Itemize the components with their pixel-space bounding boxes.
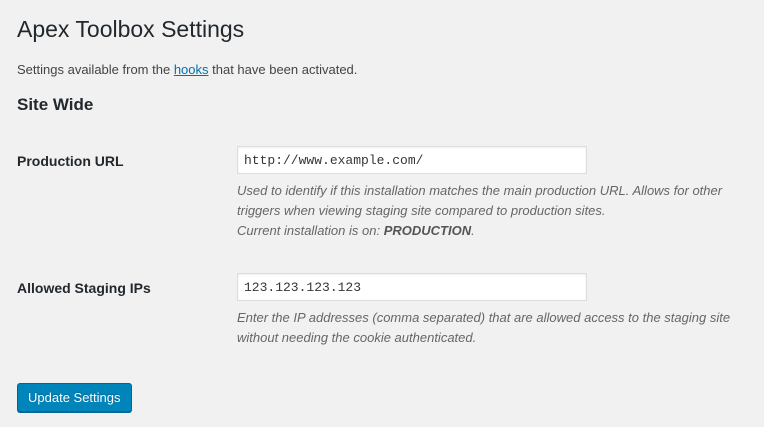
update-settings-button[interactable]: Update Settings — [17, 383, 132, 412]
production-url-input[interactable] — [237, 146, 587, 174]
hooks-link[interactable]: hooks — [174, 62, 209, 77]
production-url-description-text: Used to identify if this installation ma… — [237, 183, 723, 218]
staging-ips-label: Allowed Staging IPs — [17, 280, 151, 296]
intro-prefix: Settings available from the — [17, 62, 174, 77]
current-installation-prefix: Current installation is on: — [237, 223, 384, 238]
current-installation-value: PRODUCTION — [383, 223, 472, 238]
staging-ips-description: Enter the IP addresses (comma separated)… — [237, 310, 731, 345]
section-title: Site Wide — [17, 95, 94, 114]
intro-text: Settings available from the hooks that h… — [17, 61, 357, 79]
intro-suffix: that have been activated. — [208, 62, 358, 77]
production-url-label: Production URL — [17, 153, 124, 169]
production-url-description: Used to identify if this installation ma… — [237, 181, 757, 241]
staging-ips-input[interactable] — [237, 273, 587, 301]
current-installation-suffix: . — [471, 223, 475, 238]
page-title: Apex Toolbox Settings — [17, 16, 245, 42]
